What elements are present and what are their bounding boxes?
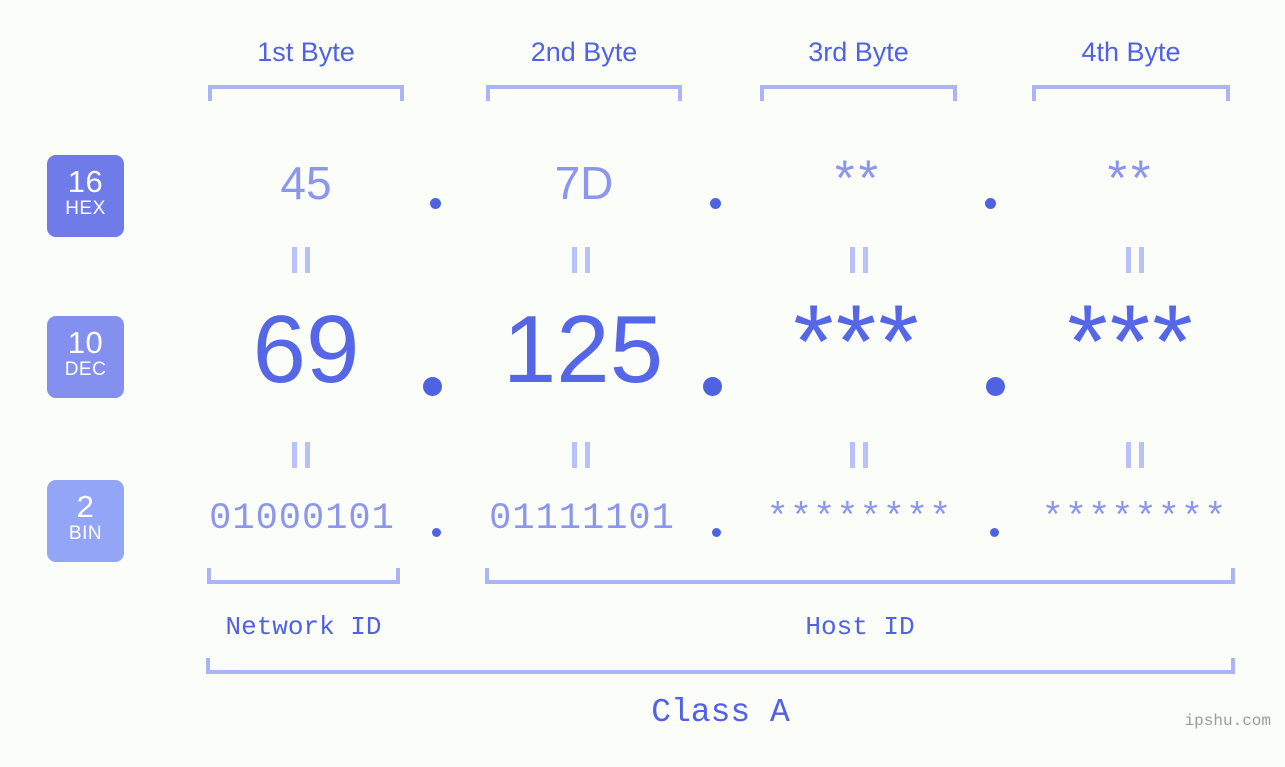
- equals-mark-hex-dec-4: [1126, 247, 1144, 273]
- equals-mark-dec-bin-3: [850, 442, 868, 468]
- host-id-bracket-top: [485, 568, 1235, 584]
- base-badge-hex: 16 HEX: [47, 155, 124, 237]
- dec-separator-dot-3: [986, 377, 1005, 396]
- hex-byte-4: **: [1107, 150, 1155, 206]
- network-id-bracket-top: [207, 568, 400, 584]
- network-id-label: Network ID: [225, 612, 382, 642]
- hex-separator-dot-2: [710, 198, 721, 209]
- dec-byte-2: 125: [502, 296, 664, 403]
- base-badge-dec: 10 DEC: [47, 316, 124, 398]
- byte-bracket-4: [1032, 85, 1230, 101]
- hex-separator-dot-3: [985, 198, 996, 209]
- equals-mark-hex-dec-2: [572, 247, 590, 273]
- bin-separator-dot-3: [990, 528, 999, 537]
- byte-bracket-2: [486, 85, 682, 101]
- bin-separator-dot-1: [432, 528, 441, 537]
- bin-separator-dot-2: [712, 528, 721, 537]
- base-badge-bin: 2 BIN: [47, 480, 124, 562]
- bin-byte-3: ********: [766, 498, 953, 540]
- base-badge-dec-number: 10: [67, 325, 104, 360]
- equals-mark-hex-dec-3: [850, 247, 868, 273]
- dec-byte-1: 69: [252, 296, 360, 403]
- hex-byte-1: 45: [280, 157, 332, 209]
- class-label: Class A: [651, 694, 790, 731]
- base-badge-dec-name: DEC: [64, 359, 107, 380]
- bin-byte-4: ********: [1041, 498, 1228, 540]
- bin-byte-1: 01000101: [209, 498, 395, 540]
- base-badge-hex-name: HEX: [65, 198, 106, 219]
- class-bracket: [206, 658, 1235, 674]
- base-badge-hex-number: 16: [67, 164, 104, 199]
- byte-bracket-3: [760, 85, 957, 101]
- equals-mark-dec-bin-1: [292, 442, 310, 468]
- hex-byte-3: **: [835, 150, 882, 206]
- equals-mark-dec-bin-4: [1126, 442, 1144, 468]
- byte-header-4: 4th Byte: [1081, 37, 1181, 67]
- dec-separator-dot-2: [703, 377, 722, 396]
- ip-address-breakdown-diagram: 1st Byte 2nd Byte 3rd Byte 4th Byte 16 H…: [0, 0, 1285, 767]
- base-badge-bin-number: 2: [76, 489, 95, 524]
- equals-mark-dec-bin-2: [572, 442, 590, 468]
- hex-byte-2: 7D: [554, 157, 614, 209]
- equals-mark-hex-dec-1: [292, 247, 310, 273]
- byte-bracket-1: [208, 85, 404, 101]
- byte-header-2: 2nd Byte: [530, 37, 638, 67]
- host-id-label: Host ID: [805, 612, 915, 642]
- byte-header-3: 3rd Byte: [808, 37, 909, 67]
- byte-header-1: 1st Byte: [257, 37, 355, 67]
- watermark: ipshu.com: [1184, 712, 1271, 730]
- base-badge-bin-name: BIN: [68, 523, 103, 544]
- dec-byte-4: ***: [1067, 284, 1195, 400]
- dec-byte-3: ***: [793, 284, 921, 400]
- hex-separator-dot-1: [430, 198, 441, 209]
- dec-separator-dot-1: [423, 377, 442, 396]
- bin-byte-2: 01111101: [489, 498, 675, 540]
